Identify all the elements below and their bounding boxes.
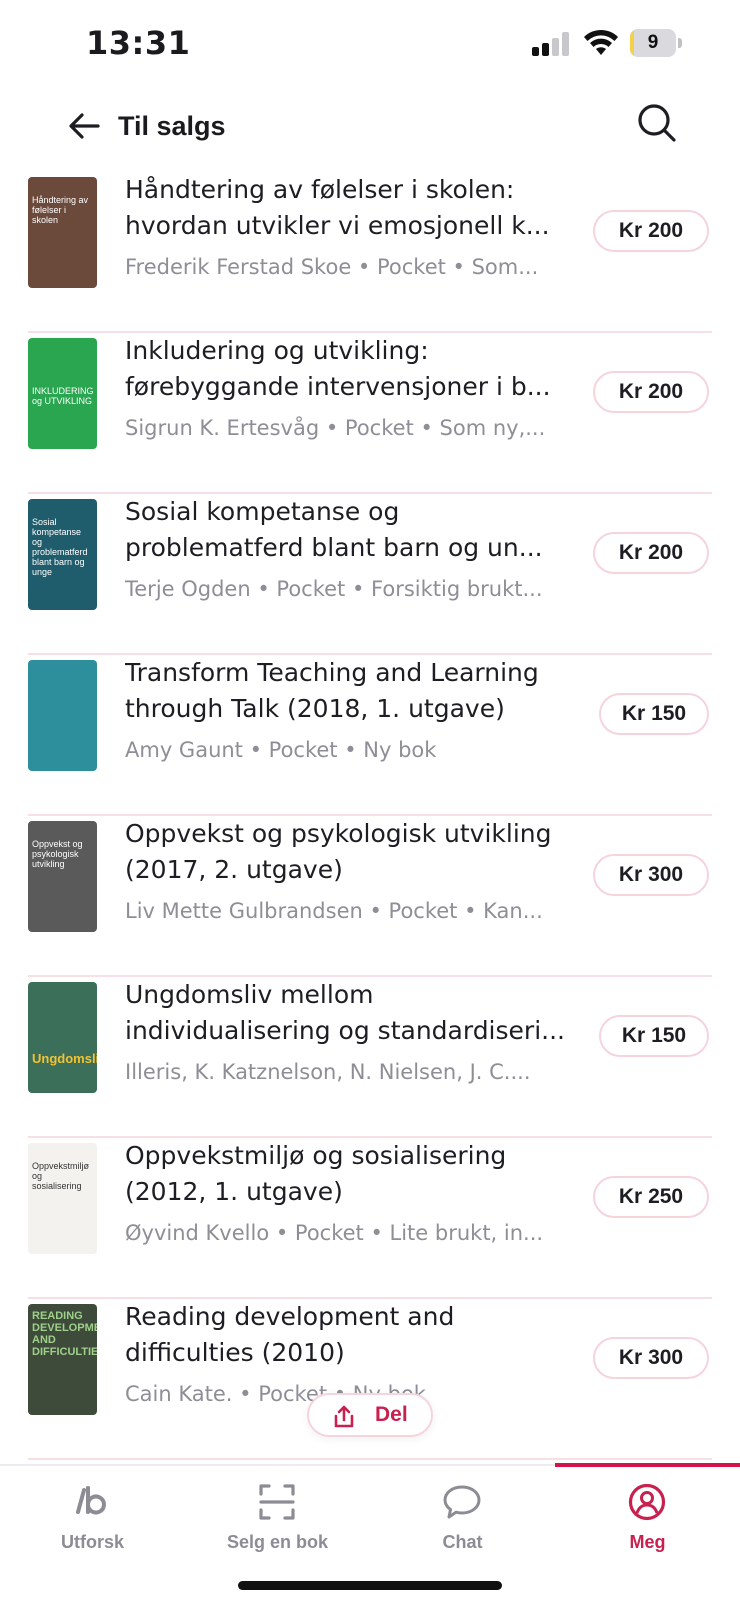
book-title: Ungdomsliv mellom individualisering og st… [125, 977, 565, 1049]
book-list-item[interactable]: Transform Teaching and Learning through T… [0, 655, 740, 816]
book-title: Reading development and difficulties (201… [125, 1299, 565, 1371]
battery-icon: 9 [630, 29, 682, 57]
book-cover-image: Sosial kompetanse og problematferd blant… [28, 499, 97, 610]
tab-label: Chat [442, 1532, 483, 1552]
battery-level: 9 [647, 32, 659, 53]
tab-label: Selg en bok [226, 1532, 329, 1552]
top-bar: Til salgs [0, 90, 740, 172]
book-list-item[interactable]: INKLUDERING og UTVIKLING Inkludering og u… [0, 333, 740, 494]
book-cover-image: Håndtering av følelser i skolen [28, 177, 97, 288]
tab-label: Utforsk [60, 1532, 124, 1552]
book-meta: Sigrun K. Ertesvåg • Pocket • Som ny,... [125, 416, 546, 440]
tab-utforsk[interactable]: Utforsk [0, 1466, 185, 1566]
book-cover-image: READING DEVELOPMENT AND DIFFICULTIES [28, 1304, 97, 1415]
book-title-line: Oppvekstmiljø og sosialisering [125, 1141, 507, 1170]
scan-icon [259, 1484, 295, 1520]
share-button[interactable]: Del [307, 1393, 433, 1437]
cover-title: Oppvekstmiljø og sosialisering [32, 1161, 90, 1191]
price-badge[interactable]: Kr 200 [593, 210, 709, 252]
book-list-item[interactable]: Oppvekstmiljø og sosialisering Oppvekstmi… [0, 1138, 740, 1299]
page-title: Til salgs [118, 111, 226, 141]
book-meta: Illeris, K. Katznelson, N. Nielsen, J. C… [125, 1060, 531, 1084]
book-title: Transform Teaching and Learning through T… [125, 655, 565, 727]
book-title-line: Oppvekst og psykologisk utvikling [125, 819, 552, 848]
book-list-item[interactable]: Sosial kompetanse og problematferd blant… [0, 494, 740, 655]
wifi-icon [584, 29, 618, 55]
price-badge[interactable]: Kr 150 [599, 693, 709, 735]
cover-title: Ungdomsliv [32, 1051, 97, 1066]
book-cover-image: Oppvekstmiljø og sosialisering [28, 1143, 97, 1254]
book-cover-image: INKLUDERING og UTVIKLING [28, 338, 97, 449]
book-cover-image [28, 660, 97, 771]
share-icon [334, 1405, 354, 1428]
price-badge[interactable]: Kr 300 [593, 854, 709, 896]
book-title-line: difficulties (2010) [125, 1338, 345, 1367]
tab-selg-en-bok[interactable]: Selg en bok [185, 1466, 370, 1566]
book-meta: Terje Ogden • Pocket • Forsiktig brukt..… [125, 577, 543, 601]
share-label: Del [375, 1403, 408, 1426]
books-icon [76, 1486, 106, 1515]
book-title: Håndtering av følelser i skolen: hvordan … [125, 172, 565, 244]
book-title: Oppvekst og psykologisk utvikling (2017, … [125, 816, 565, 888]
book-title-line: Håndtering av følelser i skolen: [125, 175, 515, 204]
book-list: Håndtering av følelser i skolen Håndterin… [0, 172, 740, 1460]
cover-title: Håndtering av følelser i skolen [32, 195, 89, 225]
book-list-item[interactable]: Oppvekst og psykologisk utvikling Oppveks… [0, 816, 740, 977]
price-badge[interactable]: Kr 200 [593, 532, 709, 574]
cellular-signal-icon [532, 32, 572, 56]
book-title-line: Reading development and [125, 1302, 455, 1331]
price-badge[interactable]: Kr 200 [593, 371, 709, 413]
book-title-line: hvordan utvikler vi emosjonell k... [125, 211, 550, 240]
search-icon[interactable] [634, 100, 680, 146]
book-title-line: (2017, 2. utgave) [125, 855, 343, 884]
cover-title: Oppvekst og psykologisk utvikling [32, 839, 83, 869]
profile-icon [628, 1483, 666, 1521]
cover-title: READING DEVELOPMENT AND DIFFICULTIES [32, 1310, 97, 1358]
book-title-line: problematferd blant barn og un... [125, 533, 543, 562]
chat-bubble-icon [443, 1485, 481, 1519]
back-arrow-icon[interactable] [62, 104, 106, 148]
bottom-tab-bar: Utforsk Selg en bok Chat Meg [0, 1463, 740, 1600]
price-badge[interactable]: Kr 250 [593, 1176, 709, 1218]
book-meta: Øyvind Kvello • Pocket • Lite brukt, in.… [125, 1221, 544, 1245]
book-title-line: (2012, 1. utgave) [125, 1177, 343, 1206]
status-time: 13:31 [86, 24, 191, 62]
book-cover-image: Ungdomsliv [28, 982, 97, 1093]
price-badge[interactable]: Kr 150 [599, 1015, 709, 1057]
book-title-line: individualisering og standardiseri... [125, 1016, 565, 1045]
book-list-item[interactable]: Ungdomsliv Ungdomsliv mellom individualise… [0, 977, 740, 1138]
book-title: Sosial kompetanse og problematferd blant … [125, 494, 565, 566]
tab-label: Meg [629, 1532, 666, 1552]
book-title-line: førebyggande intervensjoner i b... [125, 372, 551, 401]
cover-title: INKLUDERING og UTVIKLING [32, 386, 94, 406]
tab-chat[interactable]: Chat [370, 1466, 555, 1566]
book-title-line: through Talk (2018, 1. utgave) [125, 694, 505, 723]
book-cover-image: Oppvekst og psykologisk utvikling [28, 821, 97, 932]
book-meta: Amy Gaunt • Pocket • Ny bok [125, 738, 437, 762]
tab-meg[interactable]: Meg [555, 1466, 740, 1566]
book-list-item[interactable]: Håndtering av følelser i skolen Håndterin… [0, 172, 740, 333]
book-title-line: Inkludering og utvikling: [125, 336, 429, 365]
book-title: Inkludering og utvikling: førebyggande in… [125, 333, 565, 405]
home-indicator [238, 1581, 502, 1590]
status-bar: 13:31 9 [0, 0, 740, 90]
book-title: Oppvekstmiljø og sosialisering (2012, 1. … [125, 1138, 565, 1210]
book-title-line: Ungdomsliv mellom [125, 980, 374, 1009]
book-meta: Liv Mette Gulbrandsen • Pocket • Kan... [125, 899, 543, 923]
divider [28, 1458, 712, 1460]
book-title-line: Transform Teaching and Learning [125, 658, 539, 687]
price-badge[interactable]: Kr 300 [593, 1337, 709, 1379]
cover-title: Sosial kompetanse og problematferd blant… [32, 517, 88, 577]
book-meta: Frederik Ferstad Skoe • Pocket • Som... [125, 255, 539, 279]
book-title-line: Sosial kompetanse og [125, 497, 400, 526]
